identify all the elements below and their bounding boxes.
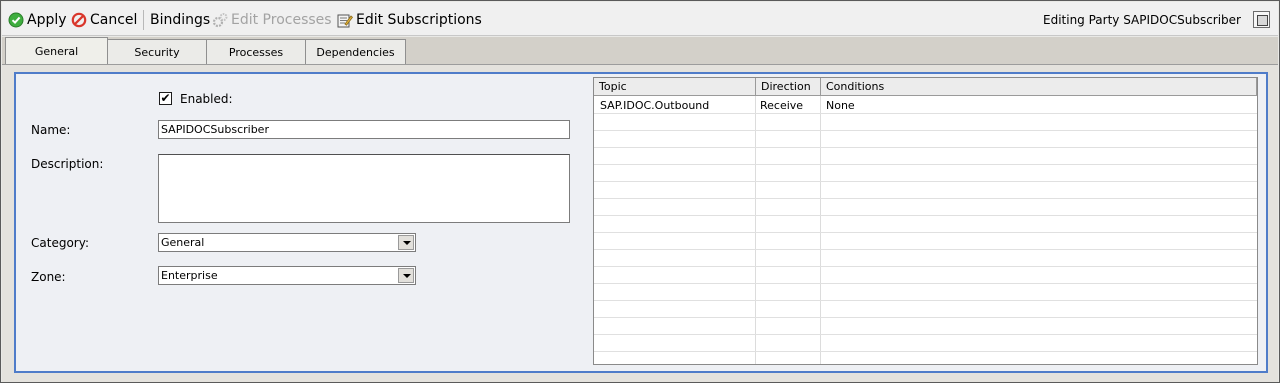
cell-conditions: None	[826, 99, 855, 112]
zone-value: Enterprise	[161, 269, 218, 282]
description-label: Description:	[31, 157, 104, 171]
bindings-label: Bindings	[150, 12, 211, 28]
column-header-topic[interactable]: Topic	[594, 78, 756, 96]
table-row[interactable]: SAP.IDOC.Outbound Receive None	[594, 97, 1257, 114]
edit-subscriptions-button[interactable]: Edit Subscriptions	[337, 11, 482, 29]
cell-direction: Receive	[760, 99, 804, 112]
cancel-label: Cancel	[90, 12, 138, 28]
tab-processes[interactable]: Processes	[206, 39, 306, 65]
enabled-label: Enabled:	[180, 92, 233, 106]
tab-dependencies[interactable]: Dependencies	[305, 39, 406, 65]
zone-select[interactable]: Enterprise	[158, 266, 416, 285]
tab-strip: General Security Processes Dependencies	[2, 37, 1278, 65]
no-entry-icon	[71, 12, 87, 28]
gears-icon	[212, 13, 228, 28]
enabled-checkbox[interactable]: ✔	[159, 92, 172, 105]
zone-label: Zone:	[31, 270, 66, 284]
bindings-button[interactable]: Bindings	[150, 11, 210, 29]
name-field[interactable]: SAPIDOCSubscriber	[158, 120, 570, 139]
editing-status: Editing Party SAPIDOCSubscriber	[1043, 13, 1241, 27]
empty-row	[594, 335, 1257, 352]
apply-label: Apply	[27, 12, 67, 28]
empty-row	[594, 199, 1257, 216]
edit-list-icon	[337, 14, 353, 28]
empty-row	[594, 131, 1257, 148]
empty-row	[594, 318, 1257, 335]
toolbar-separator	[143, 10, 144, 30]
empty-row	[594, 301, 1257, 318]
empty-row	[594, 148, 1257, 165]
general-panel: ✔ Enabled: Name: SAPIDOCSubscriber Descr…	[14, 72, 1268, 373]
chevron-down-icon[interactable]	[398, 268, 414, 283]
maximize-icon[interactable]	[1253, 11, 1270, 28]
toolbar: Apply Cancel Bindings Edit Processes Edi…	[2, 2, 1278, 36]
party-editor-window: Apply Cancel Bindings Edit Processes Edi…	[0, 0, 1280, 383]
apply-button[interactable]: Apply	[8, 11, 67, 29]
column-header-direction[interactable]: Direction	[756, 78, 821, 96]
content-area: ✔ Enabled: Name: SAPIDOCSubscriber Descr…	[2, 64, 1278, 382]
chevron-down-icon[interactable]	[398, 235, 414, 250]
edit-processes-label: Edit Processes	[231, 12, 332, 28]
category-label: Category:	[31, 236, 89, 250]
description-field[interactable]	[158, 154, 570, 223]
category-select[interactable]: General	[158, 233, 416, 252]
empty-row	[594, 250, 1257, 267]
name-label: Name:	[31, 123, 71, 137]
category-value: General	[161, 236, 205, 249]
empty-row	[594, 216, 1257, 233]
empty-row	[594, 114, 1257, 131]
cancel-button[interactable]: Cancel	[71, 11, 137, 29]
cell-topic: SAP.IDOC.Outbound	[600, 99, 710, 112]
subscriptions-grid[interactable]: Topic Direction Conditions SAP.IDOC.Outb…	[593, 77, 1258, 365]
empty-row	[594, 233, 1257, 250]
tab-general[interactable]: General	[5, 37, 108, 65]
empty-row	[594, 165, 1257, 182]
edit-subscriptions-label: Edit Subscriptions	[356, 12, 482, 28]
empty-row	[594, 284, 1257, 301]
tab-security[interactable]: Security	[107, 39, 207, 65]
empty-row	[594, 267, 1257, 284]
empty-row	[594, 182, 1257, 199]
edit-processes-button[interactable]: Edit Processes	[212, 11, 332, 29]
column-header-conditions[interactable]: Conditions	[821, 78, 1257, 96]
check-circle-icon	[8, 12, 24, 28]
